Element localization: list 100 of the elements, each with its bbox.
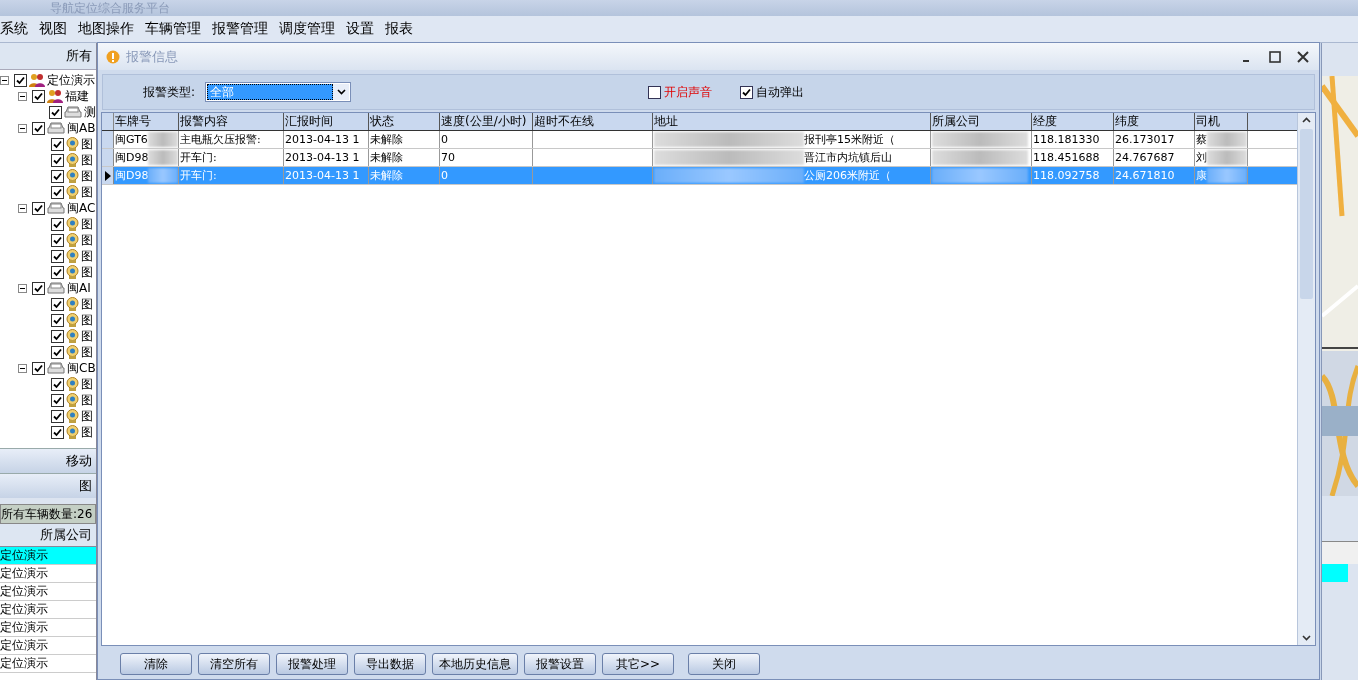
checkbox[interactable]	[51, 233, 64, 247]
collapse-icon[interactable]	[0, 75, 9, 85]
checkbox[interactable]	[14, 73, 27, 87]
checkbox[interactable]	[32, 361, 45, 375]
checkbox[interactable]	[51, 137, 64, 151]
tree-item[interactable]: 图	[81, 249, 93, 263]
tree-item[interactable]: 图	[81, 345, 93, 359]
column-header[interactable]: 所属公司	[0, 524, 96, 547]
tree-item[interactable]: 闽AB	[67, 121, 96, 135]
tree-item[interactable]: 图	[81, 217, 93, 231]
table-cell[interactable]: 定位演示	[0, 637, 96, 655]
table-row[interactable]: 闽GT6 主电瓶欠压报警: 2013-04-13 1 未解除 0 报刊亭15米附近（ 118.181330 26.173017 蔡	[102, 131, 1297, 149]
menu-item[interactable]: 报表	[385, 20, 418, 38]
checkbox[interactable]	[51, 377, 64, 391]
checkbox[interactable]	[51, 249, 64, 263]
tree-item[interactable]: 图	[81, 137, 93, 151]
checkbox[interactable]	[51, 313, 64, 327]
checkbox[interactable]	[32, 89, 45, 103]
checkbox[interactable]	[32, 121, 45, 135]
dialog-button[interactable]: 关闭	[688, 653, 760, 675]
tree-item[interactable]: 闽AC	[67, 201, 96, 215]
column-header[interactable]: 状态	[369, 113, 440, 130]
collapse-icon[interactable]	[18, 123, 27, 133]
menu-item[interactable]: 调度管理	[279, 20, 340, 38]
collapse-icon[interactable]	[18, 363, 27, 373]
checkbox[interactable]	[51, 425, 64, 439]
menu-item[interactable]: 设置	[346, 20, 379, 38]
tree-item[interactable]: 福建	[65, 89, 89, 103]
checkbox[interactable]	[51, 169, 64, 183]
tree-item[interactable]: 图	[81, 329, 93, 343]
row-selector[interactable]	[102, 167, 114, 184]
tree-item[interactable]: 图	[81, 393, 93, 407]
menu-item[interactable]: 报警管理	[212, 20, 273, 38]
tree-item[interactable]: 图	[81, 185, 93, 199]
column-header[interactable]: 速度(公里/小时)	[440, 113, 533, 130]
checkbox[interactable]	[648, 85, 661, 99]
checkbox[interactable]	[51, 329, 64, 343]
column-header[interactable]: 汇报时间	[284, 113, 369, 130]
tree-item[interactable]: 图	[81, 377, 93, 391]
table-cell[interactable]: 定位演示	[0, 583, 96, 601]
table-cell[interactable]: 定位演示	[0, 619, 96, 637]
checkbox-label[interactable]: 自动弹出	[756, 83, 804, 101]
table-cell[interactable]: 定位演示	[0, 547, 96, 565]
checkbox[interactable]	[32, 201, 45, 215]
scroll-up-icon[interactable]	[1302, 117, 1311, 123]
checkbox[interactable]	[740, 85, 753, 99]
menu-item[interactable]: 地图操作	[78, 20, 139, 38]
checkbox[interactable]	[51, 217, 64, 231]
panel-tab[interactable]: 移动	[0, 448, 96, 473]
checkbox[interactable]	[51, 185, 64, 199]
table-cell[interactable]: 定位演示	[0, 601, 96, 619]
dialog-button[interactable]: 本地历史信息	[432, 653, 518, 675]
checkbox[interactable]	[51, 409, 64, 423]
scrollbar[interactable]	[1297, 113, 1315, 645]
checkbox[interactable]	[51, 265, 64, 279]
scroll-down-icon[interactable]	[1302, 635, 1311, 641]
dialog-button[interactable]: 报警设置	[524, 653, 596, 675]
tree-item[interactable]: 闽AI	[67, 281, 91, 295]
maximize-button[interactable]	[1267, 48, 1283, 65]
tree-item[interactable]: 图	[81, 425, 93, 439]
menu-item[interactable]: 视图	[39, 20, 72, 38]
dialog-button[interactable]: 报警处理	[276, 653, 348, 675]
collapse-icon[interactable]	[18, 91, 27, 101]
tree-item[interactable]: 图	[81, 153, 93, 167]
checkbox[interactable]	[51, 297, 64, 311]
checkbox[interactable]	[32, 281, 45, 295]
tree-item[interactable]: 图	[81, 297, 93, 311]
collapse-icon[interactable]	[18, 203, 27, 213]
dialog-button[interactable]: 清除	[120, 653, 192, 675]
dialog-button[interactable]: 导出数据	[354, 653, 426, 675]
close-button[interactable]	[1295, 48, 1311, 65]
panel-tab[interactable]: 图	[0, 473, 96, 498]
table-cell[interactable]: 定位演示	[0, 655, 96, 673]
collapse-icon[interactable]	[18, 283, 27, 293]
column-header[interactable]: 车牌号	[114, 113, 179, 130]
column-header[interactable]: 报警内容	[179, 113, 284, 130]
menu-item[interactable]: 车辆管理	[145, 20, 206, 38]
tree-item[interactable]: 图	[81, 313, 93, 327]
column-header[interactable]: 纬度	[1114, 113, 1195, 130]
tree-item[interactable]: 图	[81, 409, 93, 423]
tree-item[interactable]: 定位演示	[47, 73, 95, 87]
column-header[interactable]: 超时不在线	[533, 113, 653, 130]
scrollbar-thumb[interactable]	[1300, 129, 1313, 299]
checkbox[interactable]	[51, 345, 64, 359]
tree-item[interactable]: 测	[84, 105, 96, 119]
column-header[interactable]: 所属公司	[931, 113, 1032, 130]
checkbox[interactable]	[49, 105, 62, 119]
column-header[interactable]: 经度	[1032, 113, 1114, 130]
tree-item[interactable]: 图	[81, 233, 93, 247]
tree-item[interactable]: 图	[81, 169, 93, 183]
tree-item[interactable]: 闽CB	[67, 361, 96, 375]
menu-item[interactable]: 系统	[0, 20, 33, 38]
checkbox[interactable]	[51, 153, 64, 167]
dialog-button[interactable]: 其它>>	[602, 653, 674, 675]
column-header[interactable]: 地址	[653, 113, 931, 130]
column-header[interactable]: 司机	[1195, 113, 1248, 130]
checkbox[interactable]	[51, 393, 64, 407]
table-cell[interactable]: 定位演示	[0, 565, 96, 583]
dialog-button[interactable]: 清空所有	[198, 653, 270, 675]
tree-item[interactable]: 图	[81, 265, 93, 279]
